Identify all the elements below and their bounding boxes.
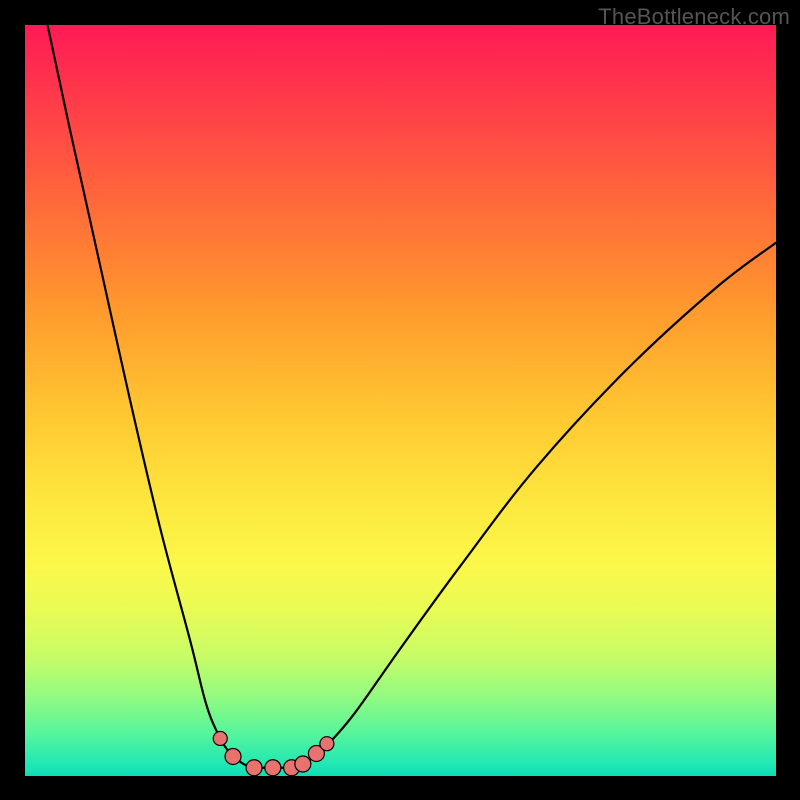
series-left-curve bbox=[48, 25, 255, 768]
chart-svg bbox=[25, 25, 776, 776]
floor-left-dot bbox=[246, 760, 262, 776]
right-low-dot bbox=[295, 756, 311, 772]
left-top-dot bbox=[213, 731, 227, 745]
curve-lines bbox=[48, 25, 776, 768]
floor-mid-dot bbox=[265, 760, 281, 776]
curve-markers bbox=[213, 731, 334, 775]
series-right-curve bbox=[295, 243, 776, 768]
right-top-dot bbox=[320, 737, 334, 751]
left-bottom-dot bbox=[225, 748, 241, 764]
